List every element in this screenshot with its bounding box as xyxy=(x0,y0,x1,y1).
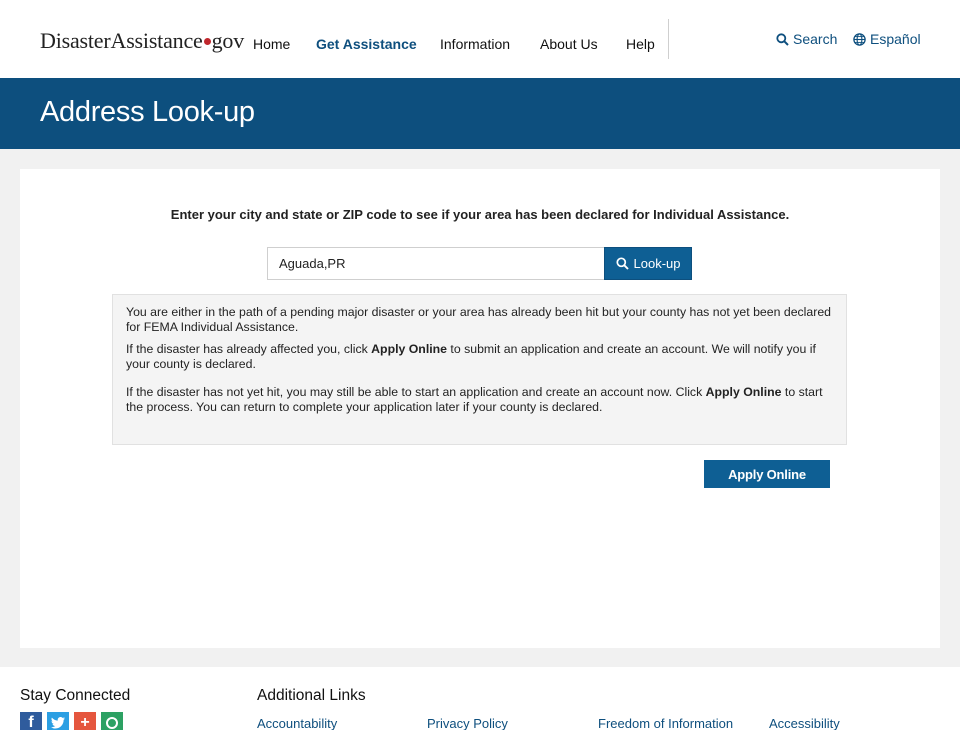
twitter-icon[interactable] xyxy=(47,712,69,730)
rss-icon[interactable] xyxy=(101,712,123,730)
site-header: DisasterAssistance gov Home Get Assistanc… xyxy=(0,0,960,78)
footer-link-accountability[interactable]: Accountability xyxy=(257,716,337,730)
search-icon xyxy=(615,257,629,270)
page-title: Address Look-up xyxy=(40,96,255,128)
facebook-icon[interactable]: f xyxy=(20,712,42,730)
search-link[interactable]: Search xyxy=(776,31,837,47)
nav-divider xyxy=(668,19,669,59)
google-plus-icon[interactable]: + xyxy=(74,712,96,730)
logo-text-assistance: Assistance xyxy=(110,28,203,53)
notice-paragraph-1: You are either in the path of a pending … xyxy=(126,305,832,334)
nav-help[interactable]: Help xyxy=(626,36,655,52)
notice-text: If the disaster has already affected you… xyxy=(126,342,372,356)
globe-icon xyxy=(853,32,866,46)
language-link[interactable]: Español xyxy=(853,31,921,47)
lookup-button-label: Look-up xyxy=(633,256,681,271)
notice-paragraph-2: If the disaster has already affected you… xyxy=(126,342,834,372)
nav-about-us[interactable]: About Us xyxy=(540,36,598,52)
site-logo[interactable]: DisasterAssistance gov xyxy=(40,28,244,54)
apply-online-button[interactable]: Apply Online xyxy=(704,460,830,488)
nav-information[interactable]: Information xyxy=(440,36,510,52)
search-icon xyxy=(776,32,789,46)
social-icons: f + xyxy=(20,712,128,730)
logo-text-disaster: Disaster xyxy=(40,28,111,53)
lookup-button[interactable]: Look-up xyxy=(604,247,692,280)
nav-get-assistance[interactable]: Get Assistance xyxy=(316,36,417,52)
logo-dot-icon xyxy=(203,38,211,46)
footer-link-accessibility[interactable]: Accessibility xyxy=(769,716,840,730)
notice-emphasis: Apply Online xyxy=(705,385,782,399)
footer-link-privacy-policy[interactable]: Privacy Policy xyxy=(427,716,508,730)
lookup-card: Enter your city and state or ZIP code to… xyxy=(20,169,940,648)
notice-paragraph-3: If the disaster has not yet hit, you may… xyxy=(126,385,834,415)
lookup-instruction: Enter your city and state or ZIP code to… xyxy=(170,207,790,222)
language-label: Español xyxy=(870,31,921,47)
footer-link-freedom-of-information[interactable]: Freedom of Information xyxy=(598,716,733,730)
stay-connected-heading: Stay Connected xyxy=(20,687,131,704)
notice-text: If the disaster has not yet hit, you may… xyxy=(126,385,706,399)
page-banner: Address Look-up xyxy=(0,78,960,149)
declaration-notice: You are either in the path of a pending … xyxy=(112,294,847,445)
logo-text-gov: gov xyxy=(211,28,245,53)
nav-home[interactable]: Home xyxy=(253,36,290,52)
notice-emphasis: Apply Online xyxy=(371,342,448,356)
search-label: Search xyxy=(793,31,838,47)
additional-links-heading: Additional Links xyxy=(257,687,366,704)
address-input[interactable] xyxy=(267,247,604,280)
